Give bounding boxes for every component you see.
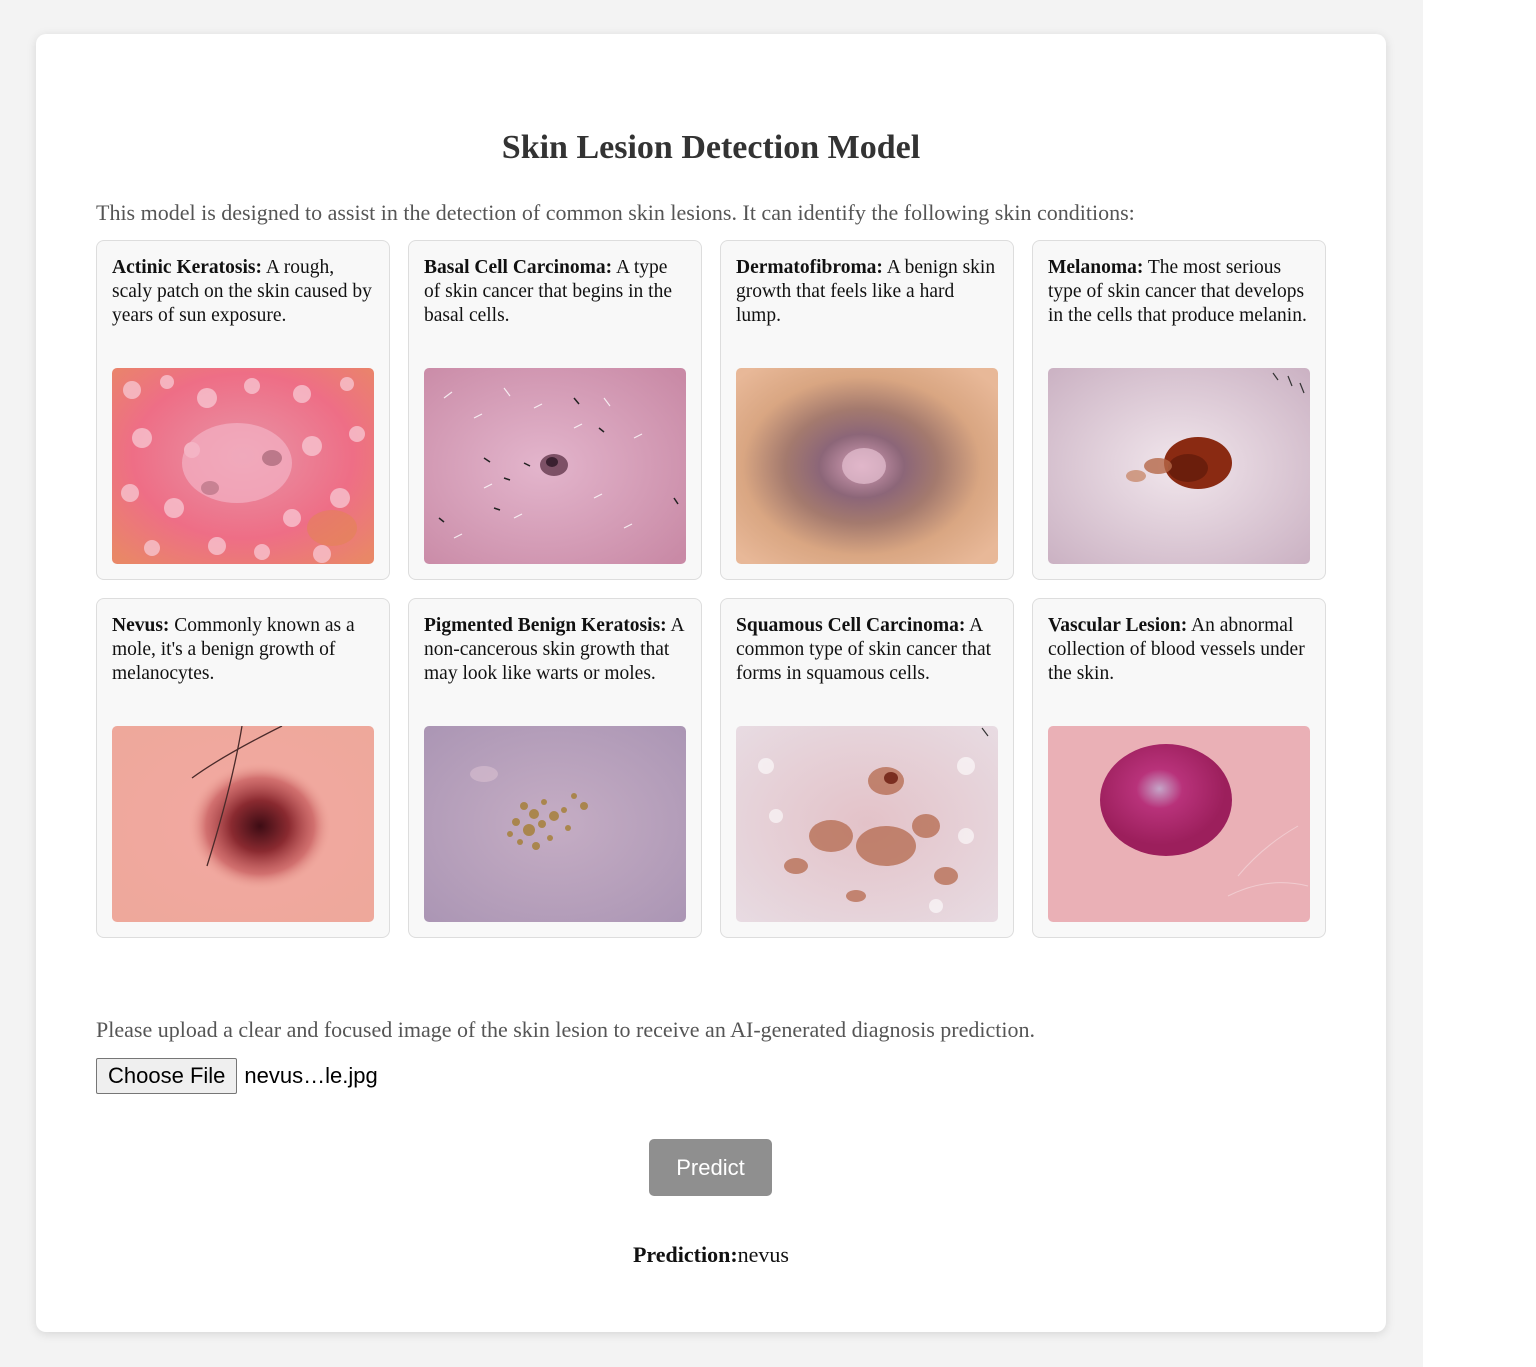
choose-file-button[interactable]: Choose File [96, 1057, 238, 1094]
lesion-name: Vascular Lesion: [1048, 615, 1188, 636]
lesion-card-nevus: Nevus: Commonly known as a mole, it's a … [96, 598, 390, 938]
file-input[interactable]: Choose File nevus…le.jpg [96, 1057, 378, 1094]
prediction-label: Prediction: [632, 1242, 738, 1267]
actinic-keratosis-image [112, 368, 374, 564]
lesion-name: Basal Cell Carcinoma: [424, 257, 613, 278]
lesion-card-basal-cell-carcinoma: Basal Cell Carcinoma: A type of skin can… [408, 240, 702, 580]
lesion-name: Actinic Keratosis: [112, 257, 263, 278]
lesion-description: Melanoma: The most serious type of skin … [1048, 256, 1312, 328]
lesion-name: Squamous Cell Carcinoma: [736, 615, 966, 636]
lesion-card-actinic-keratosis: Actinic Keratosis: A rough, scaly patch … [96, 240, 390, 580]
predict-button[interactable]: Predict [649, 1139, 772, 1196]
lesion-description: Nevus: Commonly known as a mole, it's a … [112, 614, 376, 686]
lesion-card-melanoma: Melanoma: The most serious type of skin … [1032, 240, 1326, 580]
vascular-lesion-image [1048, 726, 1310, 922]
main-card: Skin Lesion Detection Model This model i… [36, 34, 1386, 1332]
page-title: Skin Lesion Detection Model [501, 129, 921, 166]
lesion-card-squamous-cell-carcinoma: Squamous Cell Carcinoma: A common type o… [720, 598, 1014, 938]
selected-file-name: nevus…le.jpg [244, 1062, 378, 1088]
lesion-name: Nevus: [112, 615, 170, 636]
lesion-description: Dermatofibroma: A benign skin growth tha… [736, 256, 1000, 328]
lesion-card-vascular-lesion: Vascular Lesion: An abnormal collection … [1032, 598, 1326, 938]
lesion-card-dermatofibroma: Dermatofibroma: A benign skin growth tha… [720, 240, 1014, 580]
lesion-name: Melanoma: [1048, 257, 1144, 278]
upload-instructions: Please upload a clear and focused image … [96, 1017, 1035, 1042]
dermatofibroma-image [736, 368, 998, 564]
lesion-description: Basal Cell Carcinoma: A type of skin can… [424, 256, 688, 328]
prediction-value: nevus [737, 1242, 789, 1267]
lesion-grid: Actinic Keratosis: A rough, scaly patch … [96, 240, 1328, 938]
lesion-description: Actinic Keratosis: A rough, scaly patch … [112, 256, 376, 328]
prediction-result: Prediction:nevus [36, 1242, 1386, 1268]
lesion-name: Dermatofibroma: [736, 257, 883, 278]
lesion-description: Pigmented Benign Keratosis: A non-cancer… [424, 614, 688, 686]
melanoma-image [1048, 368, 1310, 564]
lesion-name: Pigmented Benign Keratosis: [424, 615, 667, 636]
lesion-description: Vascular Lesion: An abnormal collection … [1048, 614, 1312, 686]
nevus-image [112, 726, 374, 922]
squamous-cell-carcinoma-image [736, 726, 998, 922]
basal-cell-carcinoma-image [424, 368, 686, 564]
lesion-description: Squamous Cell Carcinoma: A common type o… [736, 614, 1000, 686]
lesion-card-pigmented-benign-keratosis: Pigmented Benign Keratosis: A non-cancer… [408, 598, 702, 938]
intro-text: This model is designed to assist in the … [96, 200, 1135, 225]
pigmented-benign-keratosis-image [424, 726, 686, 922]
